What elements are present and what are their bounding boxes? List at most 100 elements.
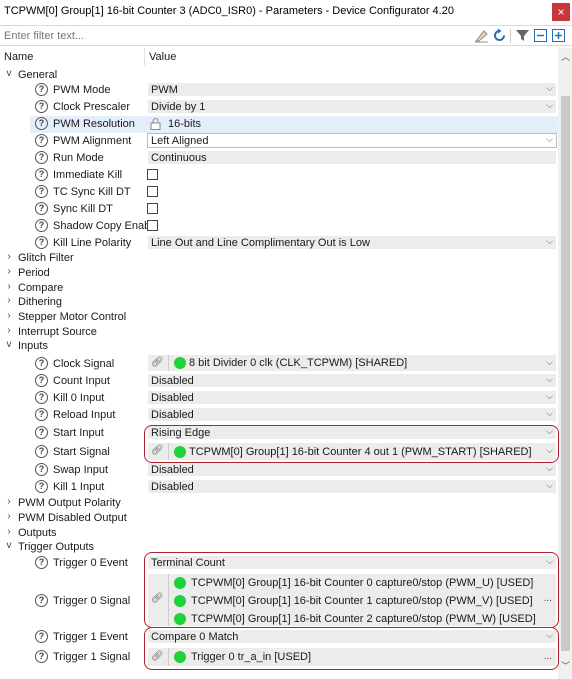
close-button[interactable]: × (552, 3, 570, 21)
help-icon[interactable]: ? (35, 650, 48, 663)
chevron-down-icon[interactable]: ⌵ (546, 236, 553, 247)
help-icon[interactable]: ? (35, 630, 48, 643)
help-icon[interactable]: ? (35, 357, 48, 370)
chevron-right-icon[interactable]: › (4, 266, 14, 277)
chevron-down-icon[interactable]: ⌵ (546, 556, 553, 567)
chevron-down-icon[interactable]: ⌵ (546, 83, 553, 94)
chevron-right-icon[interactable]: › (4, 325, 14, 336)
trigger0-event-dropdown[interactable]: Terminal Count ⌵ (147, 555, 557, 570)
group-glitch-filter[interactable]: › Glitch Filter (0, 251, 558, 266)
start-signal-dropdown[interactable]: 🔗︎ TCPWM[0] Group[1] 16-bit Counter 4 ou… (147, 442, 557, 461)
kill-line-polarity-dropdown[interactable]: Line Out and Line Complimentary Out is L… (147, 235, 557, 250)
chevron-down-icon[interactable]: ⌵ (546, 100, 553, 111)
clock-signal-dropdown[interactable]: 🔗︎ 8 bit Divider 0 clk (CLK_TCPWM) [SHAR… (147, 354, 557, 372)
param-pwm-resolution[interactable]: ? PWM Resolution 16-bits (30, 116, 558, 133)
link-icon[interactable]: 🔗︎ (151, 357, 164, 368)
shadow-copy-checkbox[interactable] (147, 220, 158, 231)
help-icon[interactable]: ? (35, 480, 48, 493)
group-inputs[interactable]: v Inputs (0, 339, 558, 354)
help-icon[interactable]: ? (35, 151, 48, 164)
name-column-header[interactable]: Name (4, 51, 33, 63)
link-icon[interactable]: 🔗︎ (151, 445, 164, 456)
more-button[interactable]: ... (544, 593, 552, 604)
chevron-down-icon[interactable]: ⌵ (546, 134, 553, 145)
chevron-down-icon[interactable]: ⌵ (546, 357, 553, 368)
chevron-right-icon[interactable]: › (4, 281, 14, 292)
group-stepper-motor-control[interactable]: › Stepper Motor Control (0, 310, 558, 325)
help-icon[interactable]: ? (35, 134, 48, 147)
trigger1-event-dropdown[interactable]: Compare 0 Match ⌵ (147, 629, 557, 644)
group-outputs[interactable]: › Outputs (0, 526, 558, 541)
group-dithering[interactable]: › Dithering (0, 295, 558, 310)
value-column-header[interactable]: Value (149, 51, 176, 63)
help-icon[interactable]: ? (35, 445, 48, 458)
more-button[interactable]: ... (544, 651, 552, 662)
refresh-icon[interactable] (492, 28, 507, 43)
pwm-alignment-dropdown[interactable]: Left Aligned ⌵ (147, 133, 557, 148)
scroll-down-icon[interactable]: ﹀ (561, 659, 570, 672)
immediate-kill-checkbox[interactable] (147, 169, 158, 180)
chevron-down-icon[interactable]: ⌵ (546, 374, 553, 385)
chevron-down-icon[interactable]: ⌵ (546, 463, 553, 474)
chevron-down-icon[interactable]: v (4, 339, 14, 350)
start-input-dropdown[interactable]: Rising Edge ⌵ (147, 425, 557, 440)
help-icon[interactable]: ? (35, 594, 48, 607)
chevron-right-icon[interactable]: › (4, 310, 14, 321)
chevron-down-icon[interactable]: ⌵ (546, 408, 553, 419)
reload-input-dropdown[interactable]: Disabled ⌵ (147, 407, 557, 422)
help-icon[interactable]: ? (35, 202, 48, 215)
group-pwm-disabled-output[interactable]: › PWM Disabled Output (0, 511, 558, 526)
group-interrupt-source[interactable]: › Interrupt Source (0, 325, 558, 340)
clock-prescaler-dropdown[interactable]: Divide by 1 ⌵ (147, 99, 557, 114)
swap-input-dropdown[interactable]: Disabled ⌵ (147, 462, 557, 477)
help-icon[interactable]: ? (35, 408, 48, 421)
help-icon[interactable]: ? (35, 374, 48, 387)
group-pwm-output-polarity[interactable]: › PWM Output Polarity (0, 496, 558, 511)
sync-kill-checkbox[interactable] (147, 203, 158, 214)
run-mode-dropdown[interactable]: Continuous (147, 150, 557, 165)
help-icon[interactable]: ? (35, 556, 48, 569)
chevron-down-icon[interactable]: v (4, 68, 14, 79)
chevron-right-icon[interactable]: › (4, 511, 14, 522)
scrollbar-thumb[interactable] (561, 96, 570, 651)
filter-icon[interactable] (515, 28, 530, 43)
link-icon[interactable]: 🔗︎ (151, 651, 164, 662)
help-icon[interactable]: ? (35, 83, 48, 96)
group-trigger-outputs[interactable]: v Trigger Outputs (0, 540, 558, 555)
clear-filter-icon[interactable] (474, 28, 489, 43)
scroll-up-icon[interactable]: ︿ (561, 50, 570, 63)
group-period[interactable]: › Period (0, 266, 558, 281)
chevron-down-icon[interactable]: v (4, 540, 14, 551)
help-icon[interactable]: ? (35, 100, 48, 113)
link-icon[interactable]: 🔗︎ (151, 593, 164, 604)
chevron-right-icon[interactable]: › (4, 251, 14, 262)
trigger0-signal-field[interactable]: 🔗︎ TCPWM[0] Group[1] 16-bit Counter 0 ca… (147, 573, 557, 627)
chevron-down-icon[interactable]: ⌵ (546, 630, 553, 641)
chevron-down-icon[interactable]: ⌵ (546, 480, 553, 491)
expand-all-icon[interactable] (551, 28, 566, 43)
group-general[interactable]: v General (0, 68, 558, 83)
chevron-down-icon[interactable]: ⌵ (546, 445, 553, 456)
chevron-right-icon[interactable]: › (4, 526, 14, 537)
collapse-all-icon[interactable] (533, 28, 548, 43)
chevron-down-icon[interactable]: ⌵ (546, 391, 553, 402)
chevron-down-icon[interactable]: ⌵ (546, 426, 553, 437)
help-icon[interactable]: ? (35, 463, 48, 476)
trigger1-signal-field[interactable]: 🔗︎ Trigger 0 tr_a_in [USED] ... (147, 647, 557, 667)
help-icon[interactable]: ? (35, 391, 48, 404)
pwm-mode-dropdown[interactable]: PWM ⌵ (147, 82, 557, 97)
help-icon[interactable]: ? (35, 219, 48, 232)
filter-input[interactable] (0, 26, 470, 45)
chevron-right-icon[interactable]: › (4, 496, 14, 507)
count-input-dropdown[interactable]: Disabled ⌵ (147, 373, 557, 388)
group-compare[interactable]: › Compare (0, 281, 558, 296)
kill1-input-dropdown[interactable]: Disabled ⌵ (147, 479, 557, 494)
help-icon[interactable]: ? (35, 185, 48, 198)
help-icon[interactable]: ? (35, 117, 48, 130)
help-icon[interactable]: ? (35, 426, 48, 439)
help-icon[interactable]: ? (35, 236, 48, 249)
kill0-input-dropdown[interactable]: Disabled ⌵ (147, 390, 557, 405)
tc-sync-kill-checkbox[interactable] (147, 186, 158, 197)
help-icon[interactable]: ? (35, 168, 48, 181)
chevron-right-icon[interactable]: › (4, 295, 14, 306)
